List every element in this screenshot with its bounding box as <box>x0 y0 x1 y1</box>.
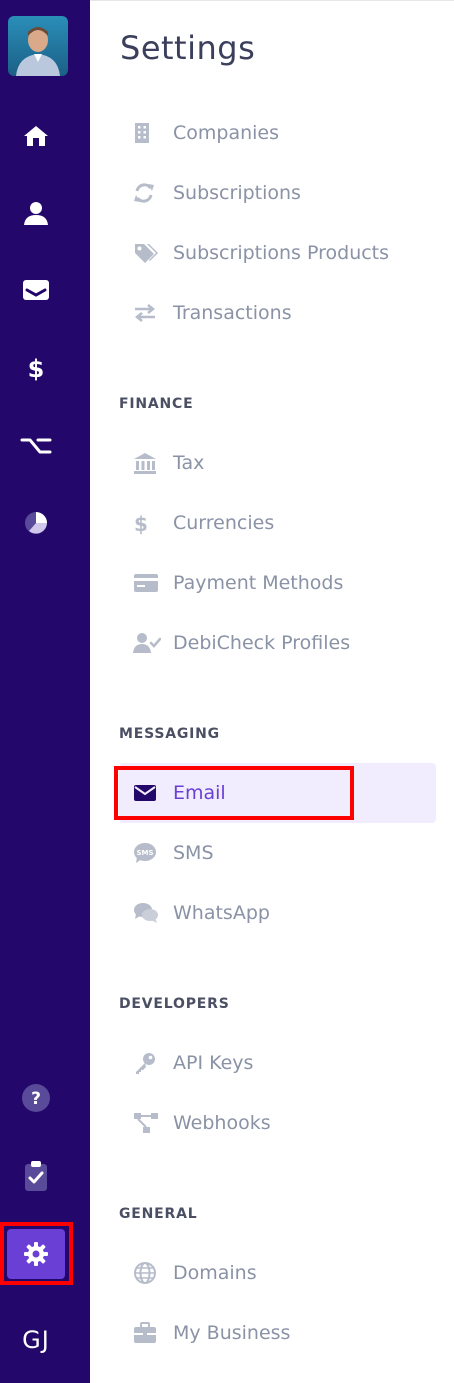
settings-item-label: Payment Methods <box>173 572 344 594</box>
settings-item-subscriptions[interactable]: Subscriptions <box>119 163 436 223</box>
settings-item-email[interactable]: Email <box>119 763 436 823</box>
settings-item-label: Tax <box>173 452 205 474</box>
settings-item-debicheck-profiles[interactable]: DebiCheck Profiles <box>119 613 436 673</box>
exchange-icon <box>119 303 173 323</box>
briefcase-icon <box>119 1322 173 1344</box>
dollar-icon[interactable]: $ <box>10 342 62 394</box>
key-icon <box>119 1051 173 1075</box>
user-initials[interactable]: GJ <box>0 1326 72 1354</box>
svg-text:?: ? <box>31 1089 41 1109</box>
settings-gear-icon[interactable] <box>7 1229 65 1279</box>
settings-item-companies[interactable]: Companies <box>119 103 436 163</box>
settings-item-label: WhatsApp <box>173 902 270 924</box>
sitemap-icon <box>119 1112 173 1134</box>
reports-pie-icon[interactable] <box>10 497 62 549</box>
settings-item-tax[interactable]: Tax <box>119 433 436 493</box>
settings-item-label: API Keys <box>173 1052 254 1074</box>
user-check-icon <box>119 632 173 654</box>
tags-icon <box>119 242 173 264</box>
globe-icon <box>119 1261 173 1285</box>
left-nav-rail: $ ? GJ <box>0 0 90 1383</box>
settings-item-label: My Business <box>173 1322 291 1344</box>
settings-item-label: Transactions <box>173 302 292 324</box>
chat-bubbles-icon <box>119 902 173 924</box>
bank-icon <box>119 452 173 474</box>
settings-item-sms[interactable]: SMS SMS <box>119 823 436 883</box>
settings-item-currencies[interactable]: $ Currencies <box>119 493 436 553</box>
section-heading-general: GENERAL <box>119 1206 198 1222</box>
contacts-icon[interactable] <box>10 187 62 239</box>
settings-item-my-business[interactable]: My Business <box>119 1303 436 1363</box>
settings-item-transactions[interactable]: Transactions <box>119 283 436 343</box>
building-icon <box>119 122 173 144</box>
svg-text:$: $ <box>28 355 45 382</box>
page-title: Settings <box>120 29 256 67</box>
settings-item-label: SMS <box>173 842 214 864</box>
settings-item-label: Domains <box>173 1262 257 1284</box>
settings-item-label: Currencies <box>173 512 275 534</box>
settings-item-whatsapp[interactable]: WhatsApp <box>119 883 436 943</box>
settings-item-subscriptions-products[interactable]: Subscriptions Products <box>119 223 436 283</box>
svg-text:SMS: SMS <box>136 849 153 857</box>
workflow-icon[interactable] <box>10 420 62 472</box>
section-heading-developers: DEVELOPERS <box>119 996 230 1012</box>
sync-icon <box>119 182 173 204</box>
tasks-clipboard-icon[interactable] <box>10 1150 62 1202</box>
home-icon[interactable] <box>10 110 62 162</box>
help-icon[interactable]: ? <box>10 1072 62 1124</box>
svg-text:$: $ <box>134 512 148 535</box>
section-heading-finance: FINANCE <box>119 396 194 412</box>
settings-item-label: Email <box>173 782 226 804</box>
settings-item-domains[interactable]: Domains <box>119 1243 436 1303</box>
section-heading-messaging: MESSAGING <box>119 726 220 742</box>
avatar[interactable] <box>8 16 68 76</box>
settings-item-label: Subscriptions <box>173 182 301 204</box>
dollar-icon: $ <box>119 511 173 535</box>
settings-item-label: Subscriptions Products <box>173 242 390 264</box>
settings-item-api-keys[interactable]: API Keys <box>119 1033 436 1093</box>
settings-item-payment-methods[interactable]: Payment Methods <box>119 553 436 613</box>
settings-item-label: Companies <box>173 122 280 144</box>
settings-item-label: Webhooks <box>173 1112 271 1134</box>
inbox-icon[interactable] <box>10 264 62 316</box>
sms-bubble-icon: SMS <box>119 842 173 864</box>
settings-item-label: DebiCheck Profiles <box>173 632 351 654</box>
credit-card-icon <box>119 573 173 593</box>
envelope-icon <box>119 784 173 802</box>
settings-item-webhooks[interactable]: Webhooks <box>119 1093 436 1153</box>
settings-panel: Settings Companies Subscriptions Subscri… <box>90 0 454 1383</box>
